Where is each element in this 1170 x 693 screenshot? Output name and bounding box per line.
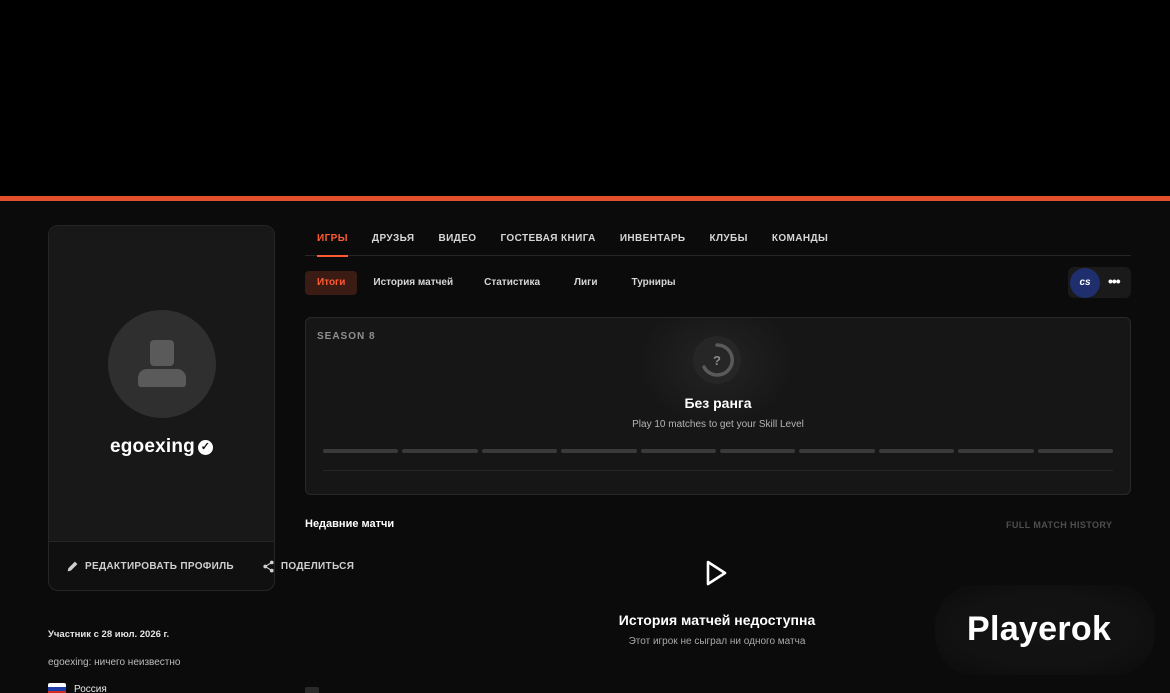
progress-segment	[323, 449, 399, 453]
rank-title: Без ранга	[684, 395, 752, 411]
cs-game-icon[interactable]: cs	[1070, 268, 1100, 298]
progress-segment	[640, 449, 717, 453]
subtab-tournaments[interactable]: Турниры	[617, 271, 691, 295]
game-switcher[interactable]: cs •••	[1068, 267, 1131, 298]
tab-video[interactable]: ВИДЕО	[438, 233, 476, 256]
recent-matches-title: Недавние матчи	[305, 518, 395, 530]
progress-segment	[481, 449, 558, 453]
subtab-overview[interactable]: Итоги	[305, 271, 358, 295]
progress-segment	[799, 449, 875, 453]
tab-inventory[interactable]: ИНВЕНТАРЬ	[620, 233, 686, 256]
empty-history-subtitle: Этот игрок не сыграл ни одного матча	[628, 636, 806, 647]
tab-friends[interactable]: ДРУЗЬЯ	[372, 233, 415, 256]
tab-guestbook[interactable]: ГОСТЕВАЯ КНИГА	[500, 233, 595, 256]
main-tabs: ИГРЫ ДРУЗЬЯ ВИДЕО ГОСТЕВАЯ КНИГА ИНВЕНТА…	[305, 233, 1131, 257]
more-dots-icon[interactable]: •••	[1108, 273, 1121, 289]
full-match-history-link[interactable]: FULL MATCH HISTORY	[1006, 520, 1112, 530]
subtab-leagues[interactable]: Лиги	[559, 271, 612, 295]
username-row: egoexing ✓	[49, 436, 274, 458]
subtab-match-history[interactable]: История матчей	[361, 271, 465, 295]
share-icon	[263, 560, 274, 572]
profile-actions: РЕДАКТИРОВАТЬ ПРОФИЛЬ ПОДЕЛИТЬСЯ	[66, 559, 354, 573]
svg-text:?: ?	[713, 353, 721, 368]
avatar-placeholder-head	[150, 340, 174, 366]
country: Россия	[48, 683, 107, 693]
season-panel: SEASON 8 ? Без ранга Play 10 matches to …	[305, 317, 1131, 495]
unranked-skill-icon: ?	[693, 336, 741, 384]
avatar[interactable]	[108, 310, 216, 418]
rank-subtitle: Play 10 matches to get your Skill Level	[632, 419, 804, 430]
edit-profile-button[interactable]: РЕДАКТИРОВАТЬ ПРОФИЛЬ	[85, 561, 234, 572]
member-since: Участник с 28 июл. 2026 г.	[48, 629, 170, 640]
progress-segment	[720, 449, 796, 453]
username: egoexing	[109, 436, 195, 457]
season-label: SEASON 8	[317, 331, 376, 342]
play-icon	[706, 560, 727, 586]
tab-clubs[interactable]: КЛУБЫ	[710, 233, 748, 256]
skill-progress-bar	[323, 449, 1114, 453]
russia-flag-icon	[48, 683, 66, 693]
pencil-icon	[67, 561, 78, 571]
country-name: Россия	[74, 683, 107, 693]
bio-text: egoexing: ничего неизвестно	[48, 657, 181, 668]
subtab-statistics[interactable]: Статистика	[469, 271, 555, 295]
watermark-logo: Playerok	[967, 610, 1112, 648]
top-banner	[0, 0, 1170, 196]
share-button[interactable]: ПОДЕЛИТЬСЯ	[281, 561, 354, 572]
tab-games[interactable]: ИГРЫ	[317, 233, 348, 257]
progress-segment	[1037, 449, 1114, 453]
verified-icon: ✓	[198, 440, 213, 455]
profile-header: egoexing ✓	[49, 226, 274, 542]
progress-segment	[878, 449, 955, 453]
progress-segment	[958, 449, 1034, 453]
divider	[323, 470, 1113, 471]
progress-segment	[561, 449, 637, 453]
avatar-placeholder-body	[138, 369, 186, 387]
tab-teams[interactable]: КОМАНДЫ	[772, 233, 828, 256]
sub-tabs: Итоги История матчей Статистика Лиги Тур…	[305, 271, 691, 295]
progress-segment	[402, 449, 478, 453]
section-icon	[305, 687, 319, 693]
profile-card: egoexing ✓	[48, 225, 275, 591]
empty-history-title: История матчей недоступна	[618, 612, 816, 628]
